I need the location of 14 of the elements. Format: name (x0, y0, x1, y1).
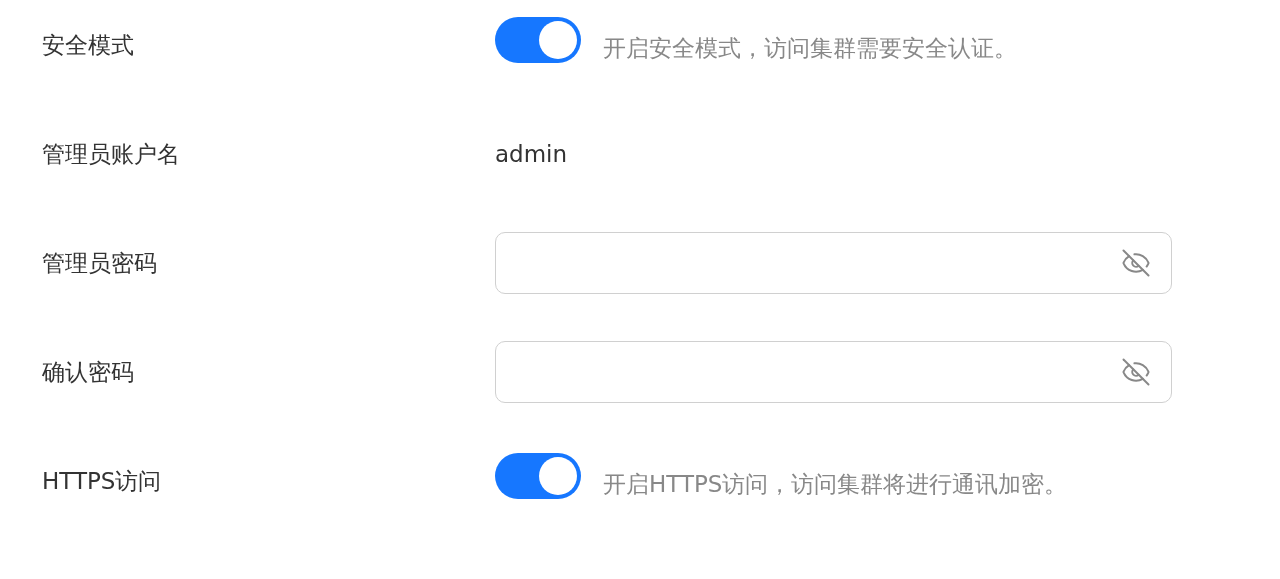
field-value: admin (495, 141, 568, 167)
description-text: 开启安全模式，访问集群需要安全认证。 (603, 33, 1017, 63)
toggle-switch[interactable] (495, 452, 581, 499)
field-label: 管理员密码 (42, 248, 158, 278)
field-label: HTTPS访问 (42, 466, 163, 496)
field-label: 确认密码 (42, 357, 135, 387)
description-text: 开启HTTPS访问，访问集群将进行通讯加密。 (603, 469, 1068, 499)
toggle-switch[interactable] (495, 16, 581, 63)
field-label: 安全模式 (42, 30, 135, 60)
password-field[interactable] (495, 232, 1172, 294)
eye-off-icon[interactable] (1121, 248, 1151, 278)
eye-off-icon[interactable] (1121, 357, 1151, 387)
password-field[interactable] (495, 341, 1172, 403)
field-label: 管理员账户名 (42, 139, 181, 169)
